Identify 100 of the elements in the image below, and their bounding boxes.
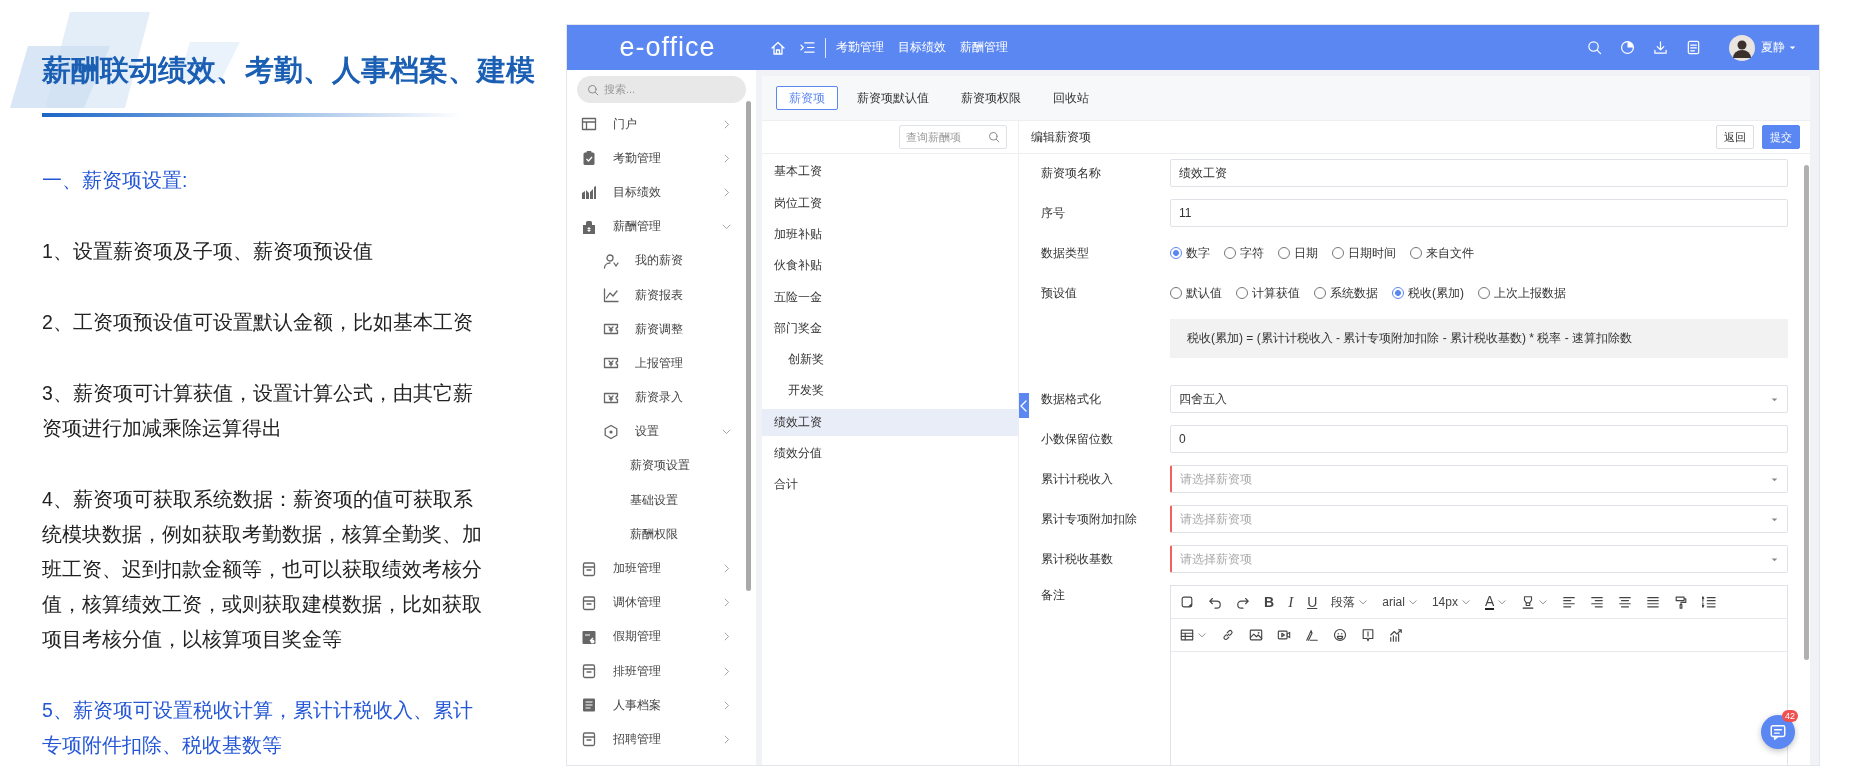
menu-icon[interactable] — [800, 40, 815, 55]
menu-item[interactable]: 目标绩效 — [567, 175, 756, 210]
undo-icon[interactable] — [1208, 595, 1222, 609]
menu-item[interactable]: 薪资调整 — [567, 312, 756, 347]
font-color-button[interactable]: A — [1484, 594, 1495, 610]
field-label: 小数保留位数 — [1041, 430, 1114, 448]
table-icon[interactable] — [1180, 628, 1194, 642]
chevron-icon[interactable] — [1407, 597, 1418, 607]
list-item[interactable]: 岗位工资 — [762, 189, 1018, 217]
size-dropdown[interactable]: 14px — [1431, 595, 1458, 609]
input-field[interactable]: 0 — [1170, 425, 1788, 453]
list-item[interactable]: 绩效工资 — [762, 408, 1018, 436]
radio-button[interactable]: 计算获值 — [1236, 284, 1300, 302]
align-center-icon[interactable] — [1618, 595, 1633, 609]
list-item[interactable]: 部门奖金 — [762, 315, 1018, 342]
document-icon[interactable] — [1686, 40, 1701, 55]
bold-button[interactable]: B — [1264, 594, 1275, 610]
chevron-icon[interactable] — [1197, 630, 1207, 640]
radio-button[interactable]: 日期时间 — [1332, 244, 1396, 262]
field-label: 薪资项名称 — [1041, 164, 1102, 182]
list-item[interactable]: 基本工资 — [762, 158, 1018, 186]
menu-item[interactable]: 考勤管理 — [567, 141, 756, 176]
chevron-icon[interactable] — [1497, 597, 1508, 607]
signature-icon[interactable] — [1305, 628, 1319, 642]
search-icon — [988, 131, 1000, 143]
menu-item[interactable]: 人事档案 — [567, 688, 756, 723]
link-icon[interactable] — [1221, 628, 1235, 642]
tab[interactable]: 薪资项默认值 — [844, 86, 942, 110]
menu-item[interactable]: 设置 — [567, 414, 756, 449]
input-field[interactable]: 绩效工资 — [1170, 159, 1788, 187]
menu-item[interactable]: 薪资录入 — [567, 380, 756, 415]
align-left-icon[interactable] — [1562, 595, 1577, 609]
italic-button[interactable]: I — [1288, 593, 1294, 611]
format-painter-icon[interactable] — [1674, 595, 1689, 609]
tab[interactable]: 薪资项 — [776, 86, 838, 110]
tab[interactable]: 回收站 — [1040, 86, 1102, 110]
list-item[interactable]: 开发奖 — [762, 377, 1018, 405]
list-item[interactable]: 创新奖 — [762, 346, 1018, 374]
chevron-left-icon — [1020, 399, 1028, 412]
scrollbar[interactable] — [1804, 165, 1809, 660]
justify-icon[interactable] — [1646, 595, 1661, 609]
download-icon[interactable] — [1653, 40, 1668, 55]
menu-item[interactable]: 我的薪资 — [567, 243, 756, 278]
highlighter-icon[interactable] — [1521, 595, 1536, 609]
radio-button[interactable]: 日期 — [1278, 244, 1318, 262]
line-height-icon[interactable] — [1702, 595, 1717, 609]
slide-title: 薪酬联动绩效、考勤、人事档案、建模 — [42, 53, 535, 88]
radio-button[interactable]: 来自文件 — [1410, 244, 1474, 262]
menu-item[interactable]: 薪酬权限 — [567, 517, 756, 552]
radio-button[interactable]: 系统数据 — [1314, 284, 1378, 302]
radio-button[interactable]: 上次上报数据 — [1478, 284, 1566, 302]
chart-icon[interactable] — [1389, 628, 1403, 642]
menu-item[interactable]: 招聘管理 — [567, 722, 756, 757]
list-item[interactable]: 加班补贴 — [762, 221, 1018, 248]
chevron-icon[interactable] — [1460, 597, 1471, 607]
menu-item[interactable]: 加班管理 — [567, 551, 756, 586]
menu-item[interactable]: 门户 — [567, 107, 756, 142]
list-item[interactable]: 伙食补贴 — [762, 252, 1018, 280]
menu-item[interactable]: 假期管理 — [567, 619, 756, 654]
tab[interactable]: 薪资项权限 — [948, 86, 1034, 110]
underline-button[interactable]: U — [1307, 594, 1318, 610]
section-heading: 一、薪资项设置: — [42, 168, 189, 193]
field-label: 备注 — [1041, 587, 1066, 604]
button[interactable]: 返回 — [1716, 125, 1754, 149]
dropdown[interactable]: 四舍五入 — [1170, 385, 1788, 413]
input-field[interactable]: 11 — [1170, 199, 1788, 227]
scrollbar[interactable] — [746, 101, 751, 591]
radio-button[interactable]: 税收(累加) — [1392, 284, 1464, 302]
line-chart-icon — [603, 287, 619, 304]
list-item[interactable]: 绩效分值 — [762, 440, 1018, 467]
comment-icon[interactable] — [1361, 628, 1375, 642]
collapse-button[interactable] — [1019, 393, 1029, 418]
image-icon[interactable] — [1249, 628, 1263, 642]
chevron-icon[interactable] — [1538, 597, 1549, 607]
menu-item[interactable]: 薪资报表 — [567, 277, 756, 313]
font-dropdown[interactable]: arial — [1382, 595, 1405, 609]
chevron-icon[interactable] — [1358, 597, 1369, 607]
home-icon[interactable] — [770, 39, 786, 56]
redo-icon[interactable] — [1236, 595, 1250, 609]
radio-button[interactable]: 默认值 — [1170, 284, 1222, 302]
list-item[interactable]: 五险一金 — [762, 283, 1018, 311]
pie-chart-icon[interactable] — [1620, 40, 1635, 55]
menu-item[interactable]: 薪酬管理 — [567, 209, 756, 244]
emoji-icon[interactable] — [1333, 628, 1347, 642]
menu-item[interactable]: 上报管理 — [567, 346, 756, 381]
avatar-icon[interactable] — [1729, 34, 1755, 61]
menu-item[interactable]: 基础设置 — [567, 483, 756, 518]
radio-button[interactable]: 字符 — [1224, 244, 1264, 262]
radio-button[interactable]: 数字 — [1170, 244, 1210, 262]
clear-format-icon[interactable] — [1180, 595, 1194, 609]
box-icon — [581, 594, 597, 611]
paragraph-dropdown[interactable]: 段落 — [1331, 593, 1356, 611]
menu-item[interactable]: 排班管理 — [567, 654, 756, 689]
caret-icon[interactable] — [1788, 43, 1797, 52]
video-icon[interactable] — [1277, 628, 1291, 642]
menu-item[interactable]: 调休管理 — [567, 585, 756, 620]
align-right-icon[interactable] — [1590, 595, 1605, 609]
search-icon[interactable] — [1587, 40, 1602, 55]
list-item[interactable]: 合计 — [762, 471, 1018, 499]
menu-item[interactable]: 薪资项设置 — [567, 448, 756, 484]
